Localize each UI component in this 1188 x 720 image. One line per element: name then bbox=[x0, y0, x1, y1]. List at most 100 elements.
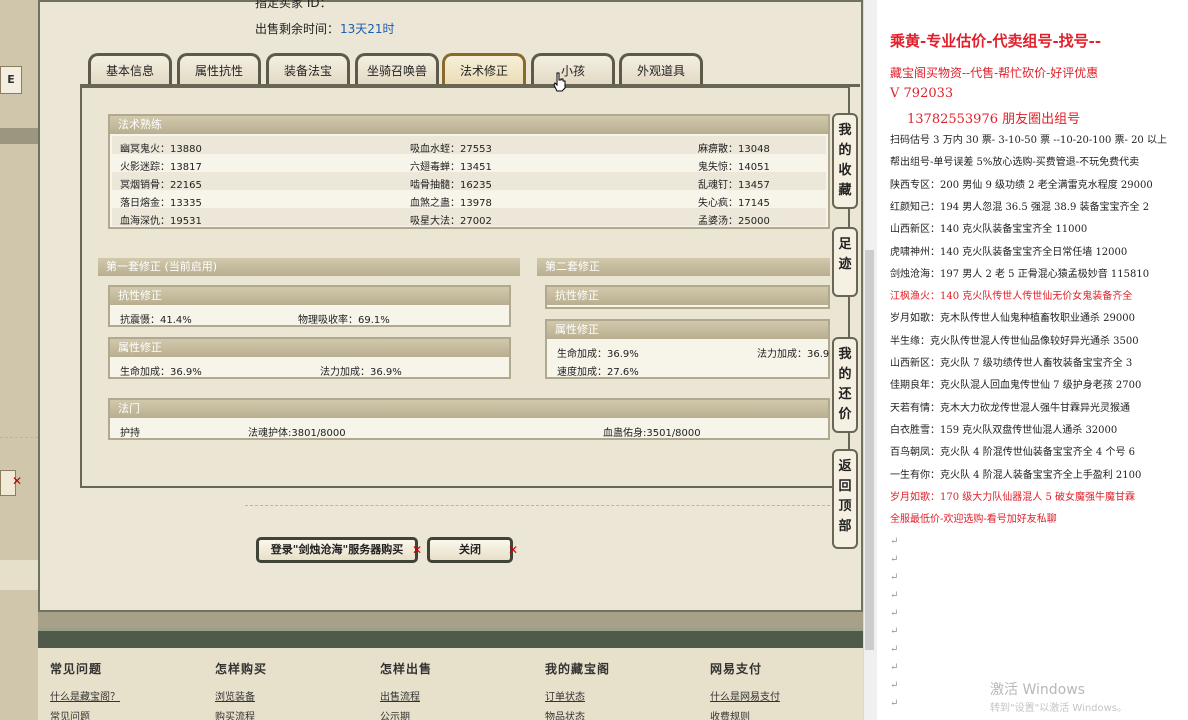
footer-link[interactable]: 什么是藏宝阁？ bbox=[50, 688, 120, 703]
divider bbox=[245, 505, 830, 506]
return-mark: ↵ bbox=[890, 536, 899, 547]
spell-cell: 吸星大法：27002 bbox=[410, 216, 492, 227]
doc-line: 山西新区：140 克火队装备宝宝齐全 11000 bbox=[890, 224, 1088, 236]
magic-gate-value: 法魂护体:3801/8000 bbox=[248, 428, 346, 439]
footer-link[interactable]: 收费规则 bbox=[710, 708, 750, 720]
return-mark: ↵ bbox=[890, 572, 899, 583]
footer: 常见问题 什么是藏宝阁？ 常见问题 怎样购买 浏览装备 购买流程 怎样出售 出售… bbox=[38, 648, 863, 720]
footer-link[interactable]: 什么是网易支付 bbox=[710, 688, 780, 703]
resist-value: 抗震慑：41.4% bbox=[120, 315, 192, 326]
close-icon: ✕ bbox=[12, 474, 23, 488]
doc-line: 岁月如歌：克木队传世人仙鬼种植畜牧职业通杀 29000 bbox=[890, 313, 1135, 325]
doc-line: 白衣胜雪：159 克火队双盘传世仙混人通杀 32000 bbox=[890, 424, 1118, 436]
footer-col-title: 网易支付 bbox=[710, 662, 763, 676]
spell-cell: 六翅毒蝉：13451 bbox=[410, 162, 492, 173]
set2-resist-box: 抗性修正 bbox=[545, 285, 830, 309]
return-mark: ↵ bbox=[890, 626, 899, 637]
spell-mastery-box: 法术熟练 幽冥鬼火：13880 吸血水蛭：27553 麻痹散：13048 火影迷… bbox=[108, 114, 830, 229]
doc-line: 半生缘：克火队传世混人传世仙品像较好异光通杀 3500 bbox=[890, 335, 1139, 347]
footprint-button[interactable]: 足迹 bbox=[832, 227, 858, 297]
close-icon: ✕ bbox=[412, 543, 423, 557]
set2-attr-box: 属性修正 生命加成：36.9% 法力加成：36.9 速度加成：27.6% bbox=[545, 319, 830, 379]
left-bar bbox=[0, 128, 38, 144]
attr-value: 生命加成：36.9% bbox=[557, 349, 639, 360]
left-panel-block bbox=[0, 560, 38, 590]
close-button[interactable]: 关闭 bbox=[427, 537, 513, 563]
return-mark: ↵ bbox=[890, 554, 899, 565]
doc-line: 山西新区：克火队 7 级功绩传世人畜牧装备宝宝齐全 3 bbox=[890, 358, 1133, 369]
spell-cell: 鬼失惊：14051 bbox=[698, 162, 770, 173]
divider bbox=[0, 437, 38, 438]
doc-line: 红颜知己：194 男人忽混 36.5 强混 38.9 装备宝宝齐全 2 bbox=[890, 201, 1150, 213]
return-mark: ↵ bbox=[890, 680, 899, 691]
my-counteroffer-button[interactable]: 我的还价 bbox=[832, 337, 858, 433]
doc-line: 扫码估号 3 万内 30 票- 3-10-50 票 --10-20-100 票-… bbox=[890, 135, 1167, 146]
left-background-window: E ✕ bbox=[0, 0, 38, 720]
tab-spell-modifiers[interactable]: 法术修正 bbox=[442, 53, 526, 85]
doc-line: 藏宝阁买物资--代售-帮忙砍价-好评优惠 bbox=[890, 66, 1099, 80]
spell-cell: 啮骨抽髓：16235 bbox=[410, 180, 492, 191]
tab-appearance[interactable]: 外观道具 bbox=[619, 53, 703, 85]
footer-link[interactable]: 常见问题 bbox=[50, 708, 90, 720]
doc-line: 江枫渔火：140 克火队传世人传世仙无价女鬼装备齐全 bbox=[890, 291, 1133, 303]
doc-line: 岁月如歌：170 级大力队仙器混人 5 破女魔强牛魔甘霖 bbox=[890, 491, 1135, 503]
back-to-top-button[interactable]: 返回顶部 bbox=[832, 449, 858, 549]
section-title: 抗性修正 bbox=[547, 287, 828, 305]
side-label: 返回顶部 bbox=[838, 459, 852, 534]
set1-resist-box: 抗性修正 抗震慑：41.4% 物理吸收率：69.1% bbox=[108, 285, 511, 327]
spell-cell: 幽冥鬼火：13880 bbox=[120, 144, 202, 155]
attr-value: 生命加成：36.9% bbox=[120, 367, 202, 378]
spell-cell: 冥烟销骨：22165 bbox=[120, 180, 202, 191]
tab-children[interactable]: 小孩 bbox=[531, 53, 615, 85]
my-favorites-button[interactable]: 我的收藏 bbox=[832, 113, 858, 209]
tab-basic-info[interactable]: 基本信息 bbox=[88, 53, 172, 85]
footer-link[interactable]: 购买流程 bbox=[215, 708, 255, 720]
footer-link[interactable]: 订单状态 bbox=[545, 688, 585, 703]
side-label: 我的收藏 bbox=[838, 123, 852, 198]
login-server-buy-button[interactable]: 登录"剑烛沧海"服务器购买 bbox=[256, 537, 418, 563]
return-mark: ↵ bbox=[890, 662, 899, 673]
target-buyer-label: 指定买家 ID： bbox=[255, 0, 332, 10]
activation-watermark: 激活 Windows bbox=[990, 682, 1085, 698]
doc-line: 帮出组号-单号误差 5%放心选购-买费管退-不玩免费代卖 bbox=[890, 157, 1140, 169]
tab-equipment[interactable]: 装备法宝 bbox=[266, 53, 350, 85]
footer-link[interactable]: 浏览装备 bbox=[215, 688, 255, 703]
game-window: E ✕ 指定买家 ID： 出售剩余时间： 13天21时 基本信息 属性抗性 装备… bbox=[0, 0, 876, 720]
footer-link[interactable]: 物品状态 bbox=[545, 708, 585, 720]
doc-line: 一生有你：克火队 4 阶混人装备宝宝齐全上手盈利 2100 bbox=[890, 469, 1142, 481]
tab-mounts-pets[interactable]: 坐骑召唤兽 bbox=[355, 53, 439, 85]
footer-link[interactable]: 公示期 bbox=[380, 708, 410, 720]
footer-col-title: 怎样购买 bbox=[215, 662, 268, 676]
section-title: 抗性修正 bbox=[110, 287, 509, 305]
footer-col-title: 我的藏宝阁 bbox=[545, 662, 611, 676]
resist-value: 物理吸收率：69.1% bbox=[298, 315, 390, 326]
footer-col-title: 常见问题 bbox=[50, 662, 103, 676]
scrollbar-thumb[interactable] bbox=[865, 250, 874, 650]
spell-cell: 火影迷踪：13817 bbox=[120, 162, 202, 173]
section-title: 属性修正 bbox=[547, 321, 828, 339]
return-mark: ↵ bbox=[890, 698, 899, 709]
magic-gate-value: 护持 bbox=[120, 428, 140, 439]
spell-cell: 吸血水蛭：27553 bbox=[410, 144, 492, 155]
doc-line: 全服最低价-欢迎选购-看号加好友私聊 bbox=[890, 514, 1057, 526]
spell-cell: 落日熔金：13335 bbox=[120, 198, 202, 209]
return-mark: ↵ bbox=[890, 590, 899, 601]
attr-value: 法力加成：36.9 bbox=[757, 349, 830, 360]
hand-cursor-icon bbox=[553, 72, 566, 92]
magic-gate-box: 法门 护持 法魂护体:3801/8000 血蛊佑身:3501/8000 bbox=[108, 398, 830, 440]
doc-title: 乘黄-专业估价-代卖组号-找号-- bbox=[890, 32, 1102, 50]
side-label: 足迹 bbox=[838, 237, 852, 272]
set1-attr-box: 属性修正 生命加成：36.9% 法力加成：36.9% bbox=[108, 337, 511, 379]
close-icon: ✕ bbox=[508, 543, 519, 557]
attr-value: 速度加成：27.6% bbox=[557, 367, 639, 378]
left-tab-button[interactable]: E bbox=[0, 66, 22, 94]
document-pane: 乘黄-专业估价-代卖组号-找号-- 藏宝阁买物资--代售-帮忙砍价-好评优惠 V… bbox=[877, 0, 1188, 720]
spell-cell: 血煞之蛊：13978 bbox=[410, 198, 492, 209]
tab-attributes[interactable]: 属性抗性 bbox=[177, 53, 261, 85]
doc-line: 虎啸神州：140 克火队装备宝宝齐全日常任墙 12000 bbox=[890, 246, 1128, 258]
doc-line: 剑烛沧海：197 男人 2 老 5 正骨混心猿孟极妙音 115810 bbox=[890, 268, 1150, 280]
footer-link[interactable]: 出售流程 bbox=[380, 688, 420, 703]
magic-gate-value: 血蛊佑身:3501/8000 bbox=[603, 428, 701, 439]
spell-cell: 失心疯：17145 bbox=[698, 198, 770, 209]
side-label: 我的还价 bbox=[838, 347, 852, 422]
